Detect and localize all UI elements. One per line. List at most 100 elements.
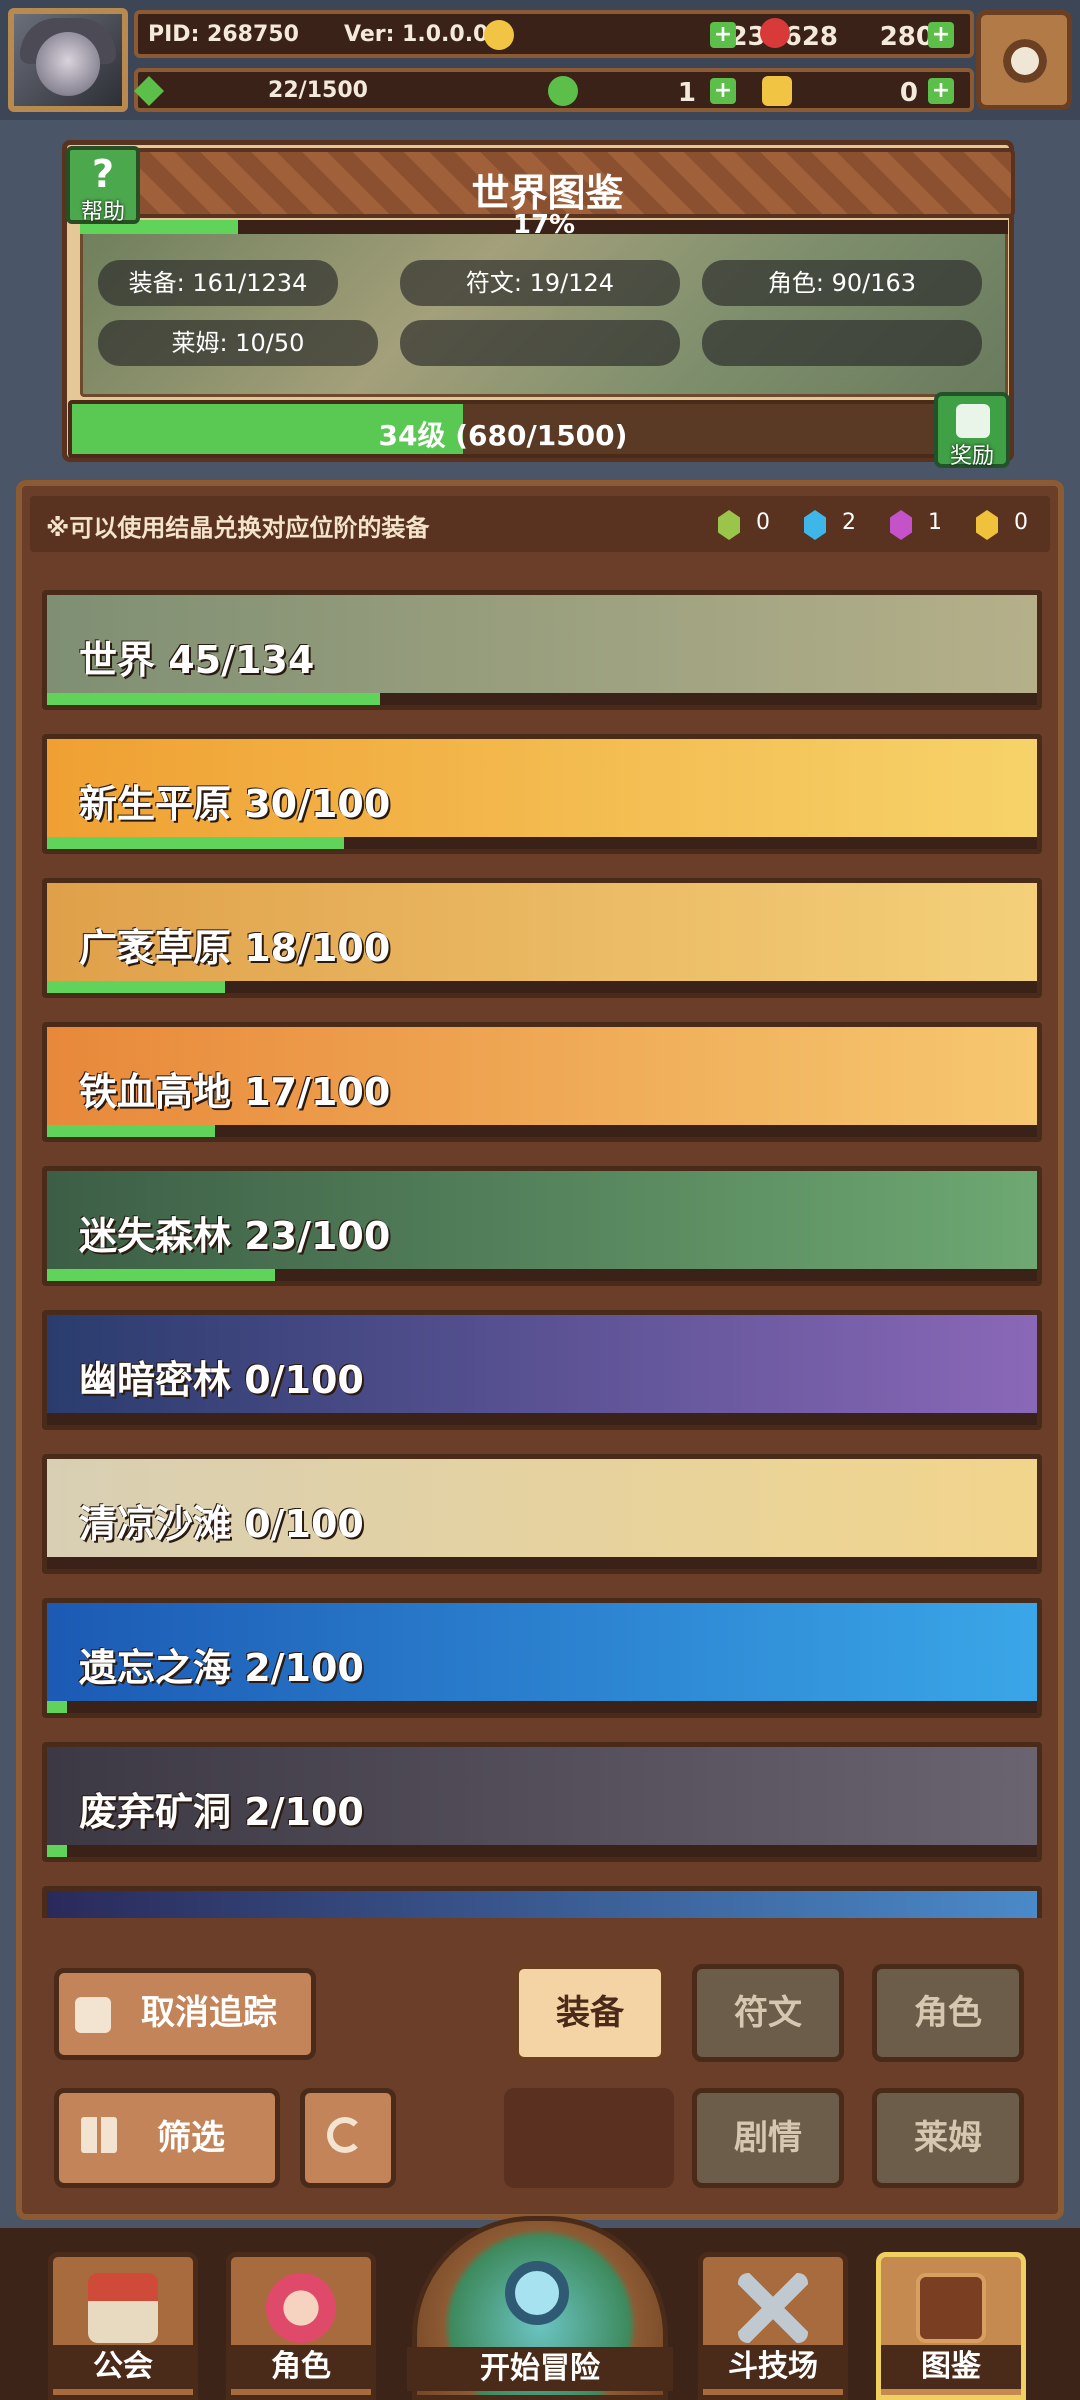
tab-characters[interactable]: 角色 [872, 1964, 1024, 2062]
nav-start-label: 开始冒险 [407, 2347, 673, 2391]
reward-label: 奖励 [949, 444, 994, 469]
green-crystal-icon [718, 510, 740, 540]
region-row[interactable]: 废弃矿洞 2/100 [42, 1742, 1042, 1862]
character-icon [266, 2273, 336, 2343]
gold-amount: 231628 [518, 22, 838, 52]
region-name: 迷失森林 23/100 [79, 1214, 391, 1258]
energy-icon [134, 76, 164, 106]
region-progress-fill [47, 693, 380, 705]
region-row[interactable]: 新生平原 30/100 [42, 734, 1042, 854]
gem-icon [760, 18, 790, 48]
region-progress-fill [47, 1845, 67, 1857]
stat-slime: 莱姆: 10/50 [98, 320, 378, 366]
stat-empty-1 [400, 320, 680, 366]
region-row[interactable]: 遗忘之海 2/100 [42, 1598, 1042, 1718]
gold-crystal-icon [976, 510, 998, 540]
player-id: PID: 268750 [148, 22, 299, 47]
region-progress-bar [47, 693, 1037, 705]
untrack-button[interactable]: 取消追踪 [54, 1968, 316, 2060]
nav-character[interactable]: 角色 [226, 2252, 376, 2400]
add-clover-button[interactable]: + [710, 78, 736, 104]
stat-empty-2 [702, 320, 982, 366]
notice-text: ※可以使用结晶兑换对应位阶的装备 [46, 514, 430, 542]
add-gold-button[interactable]: + [710, 22, 736, 48]
clover-amount: 1 [677, 78, 696, 108]
stat-runes: 符文: 19/124 [400, 260, 680, 306]
nav-guild-label: 公会 [53, 2345, 193, 2389]
region-name: 世界 45/134 [79, 638, 315, 682]
tab-equipment[interactable]: 装备 [514, 1964, 666, 2062]
region-progress-bar [47, 1269, 1037, 1281]
codex-title: 世界图鉴 [471, 171, 624, 215]
crystal-notice: ※可以使用结晶兑换对应位阶的装备 0 2 1 0 [30, 496, 1050, 552]
refresh-button[interactable] [300, 2088, 396, 2188]
player-avatar[interactable] [8, 8, 128, 112]
tab-slime[interactable]: 莱姆 [872, 2088, 1024, 2188]
region-name: 清凉沙滩 0/100 [79, 1502, 364, 1546]
gem-amount: 280 [879, 22, 934, 52]
region-progress-bar [47, 1125, 1037, 1137]
codex-title-banner: 世界图鉴 [80, 148, 1015, 218]
crossed-swords-icon [738, 2273, 808, 2343]
region-name: 遗忘之海 2/100 [79, 1646, 364, 1690]
nav-arena-label: 斗技场 [703, 2345, 843, 2389]
stat-characters: 角色: 90/163 [702, 260, 982, 306]
region-row[interactable] [42, 1886, 1042, 1918]
nav-codex[interactable]: 图鉴 [876, 2252, 1026, 2400]
energy-amount: 22/1500 [268, 78, 368, 103]
region-name: 新生平原 30/100 [79, 782, 391, 826]
region-name: 幽暗密林 0/100 [79, 1358, 364, 1402]
green-crystal-count: 0 [756, 510, 770, 535]
nav-character-label: 角色 [231, 2345, 371, 2389]
region-name: 废弃矿洞 2/100 [79, 1790, 364, 1834]
region-progress-fill [47, 1269, 275, 1281]
region-row[interactable]: 迷失森林 23/100 [42, 1166, 1042, 1286]
region-name: 铁血高地 17/100 [79, 1070, 391, 1114]
key-icon [762, 76, 792, 106]
region-progress-bar [47, 837, 1037, 849]
add-gem-button[interactable]: + [928, 22, 954, 48]
tab-story[interactable]: 剧情 [692, 2088, 844, 2188]
settings-button[interactable] [976, 10, 1072, 110]
version-label: Ver: 1.0.0.0 [344, 22, 489, 47]
region-name: 广袤草原 18/100 [79, 926, 391, 970]
region-row[interactable]: 幽暗密林 0/100 [42, 1310, 1042, 1430]
region-progress-bar [47, 1557, 1037, 1569]
grid-icon [81, 2117, 117, 2153]
tab-runes[interactable]: 符文 [692, 1964, 844, 2062]
region-background [47, 1891, 1037, 1918]
region-row[interactable]: 铁血高地 17/100 [42, 1022, 1042, 1142]
nav-arena[interactable]: 斗技场 [698, 2252, 848, 2400]
resource-bar-bottom: 22/1500 1 + 0 + [134, 68, 974, 112]
overall-percent: 17% [512, 210, 576, 240]
purple-crystal-icon [890, 510, 912, 540]
refresh-icon [327, 2117, 363, 2153]
collection-level-bar: 34级 (680/1500) [68, 400, 938, 458]
empty-tab-slot [504, 2088, 674, 2188]
nav-guild[interactable]: 公会 [48, 2252, 198, 2400]
stat-equipment: 装备: 161/1234 [98, 260, 338, 306]
nav-codex-label: 图鉴 [881, 2345, 1021, 2389]
filter-button[interactable]: 筛选 [54, 2088, 280, 2188]
region-progress-fill [47, 837, 344, 849]
magnifier-icon [505, 2261, 569, 2325]
region-progress-fill [47, 1125, 216, 1137]
reward-button[interactable]: 奖励 [934, 392, 1010, 469]
region-row[interactable]: 清凉沙滩 0/100 [42, 1454, 1042, 1574]
gold-crystal-count: 0 [1014, 510, 1028, 535]
help-button[interactable]: ? 帮助 [66, 146, 140, 225]
region-list[interactable]: 世界 45/134 新生平原 30/100 广袤草原 18/100 铁血高地 17/1… [30, 578, 1050, 1918]
gold-coin-icon [484, 20, 514, 50]
level-text: 34级 (680/1500) [378, 419, 628, 452]
add-key-button[interactable]: + [928, 78, 954, 104]
region-progress-bar [47, 1413, 1037, 1425]
untrack-label: 取消追踪 [141, 1993, 277, 2033]
guild-hall-icon [88, 2273, 158, 2343]
world-map-background [80, 225, 1008, 397]
question-icon: ? [91, 152, 115, 196]
blue-crystal-icon [804, 510, 826, 540]
region-progress-fill [47, 981, 226, 993]
region-row[interactable]: 广袤草原 18/100 [42, 878, 1042, 998]
purple-crystal-count: 1 [928, 510, 942, 535]
region-row[interactable]: 世界 45/134 [42, 590, 1042, 710]
